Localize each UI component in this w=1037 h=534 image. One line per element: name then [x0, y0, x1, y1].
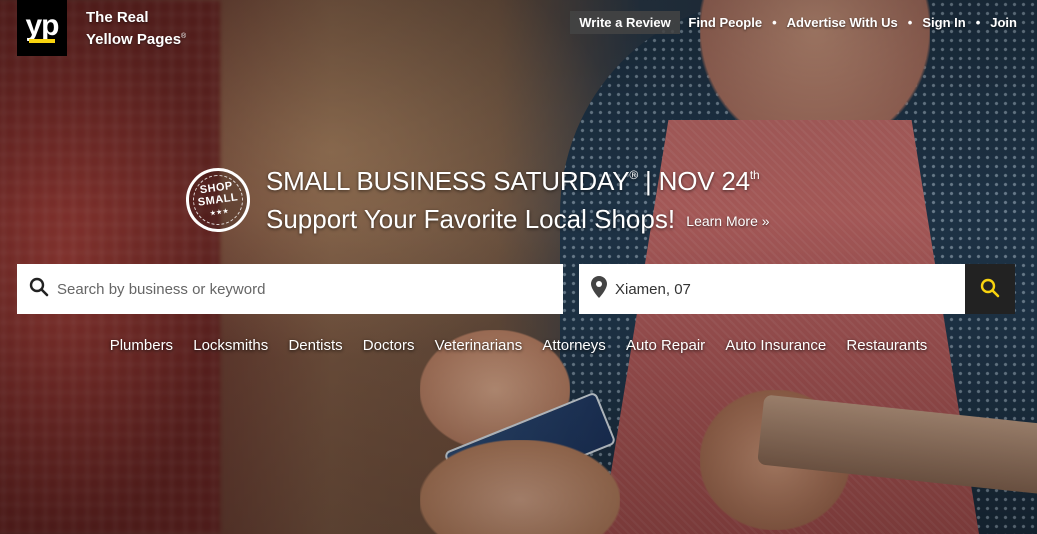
badge-stars: ★★★	[209, 208, 230, 217]
popular-categories: Plumbers Locksmiths Dentists Doctors Vet…	[0, 337, 1037, 354]
brand-tagline: The Real Yellow Pages®	[86, 8, 186, 49]
category-locksmiths[interactable]: Locksmiths	[193, 337, 268, 354]
category-auto-insurance[interactable]: Auto Insurance	[725, 337, 826, 354]
category-plumbers[interactable]: Plumbers	[110, 337, 173, 354]
nav-separator: •	[975, 15, 981, 30]
nav-separator: •	[772, 15, 777, 30]
category-auto-repair[interactable]: Auto Repair	[626, 337, 705, 354]
location-input[interactable]	[607, 269, 965, 309]
nav-separator: •	[907, 15, 913, 30]
promo-subtitle: Support Your Favorite Local Shops! Learn…	[266, 204, 770, 234]
search-icon	[29, 277, 49, 302]
category-restaurants[interactable]: Restaurants	[846, 337, 927, 354]
search-where-box	[579, 264, 965, 314]
category-dentists[interactable]: Dentists	[288, 337, 342, 354]
nav-join[interactable]: Join	[990, 15, 1017, 30]
location-pin-icon	[591, 275, 607, 303]
promo-title: SMALL BUSINESS SATURDAY® | NOV 24th	[266, 166, 760, 196]
category-veterinarians[interactable]: Veterinarians	[435, 337, 523, 354]
tagline-line2: Yellow Pages®	[86, 31, 187, 48]
learn-more-link[interactable]: Learn More »	[686, 213, 769, 229]
tagline-line1: The Real	[86, 9, 149, 26]
search-what-box	[17, 264, 563, 314]
search-button[interactable]	[965, 264, 1015, 314]
category-attorneys[interactable]: Attorneys	[542, 337, 605, 354]
top-nav: Find People • Advertise With Us • Sign I…	[688, 15, 1017, 30]
search-input[interactable]	[49, 269, 563, 309]
logo-text: yp	[25, 9, 59, 42]
search-button-icon	[980, 278, 1000, 301]
badge-line2: SMALL	[197, 190, 239, 209]
nav-sign-in[interactable]: Sign In	[922, 15, 965, 30]
logo-underline	[29, 39, 55, 43]
nav-find-people[interactable]: Find People	[688, 15, 762, 30]
badge-line1: SHOP	[198, 179, 234, 196]
yp-logo[interactable]: yp	[17, 0, 67, 56]
nav-advertise[interactable]: Advertise With Us	[787, 15, 898, 30]
category-doctors[interactable]: Doctors	[363, 337, 415, 354]
write-review-button[interactable]: Write a Review	[570, 11, 680, 34]
